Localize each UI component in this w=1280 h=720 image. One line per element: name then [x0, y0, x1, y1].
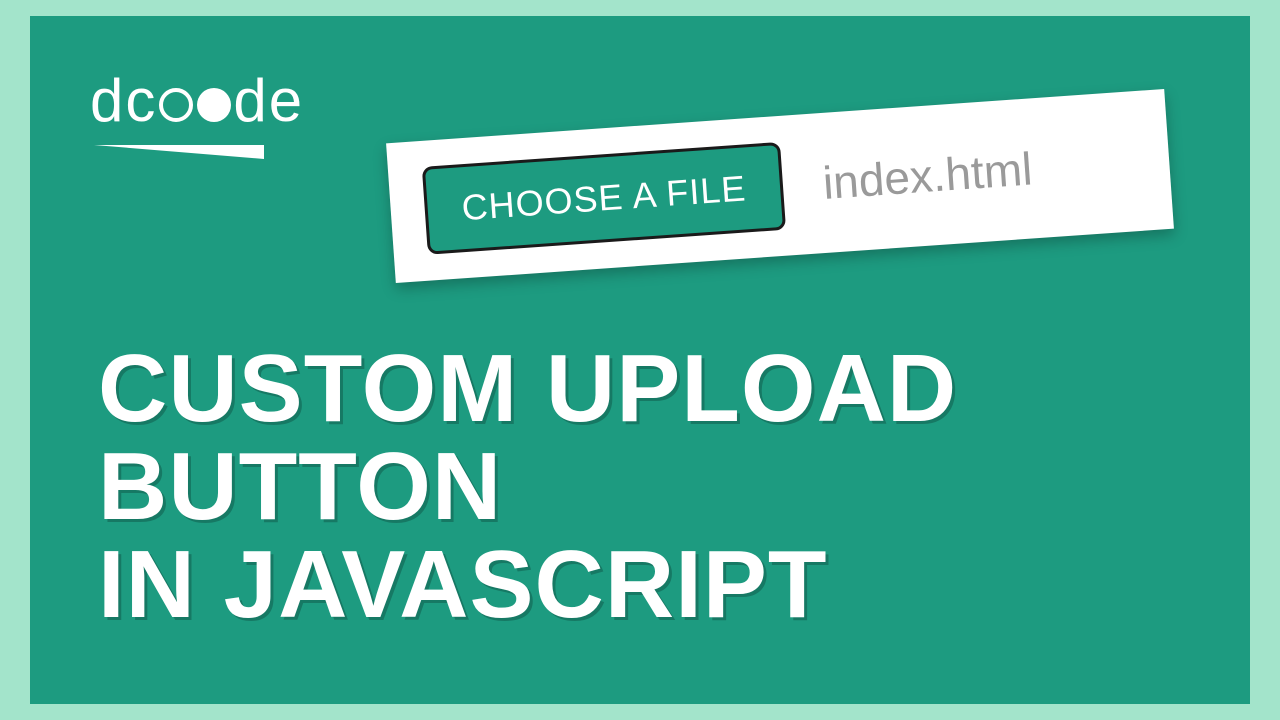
- choose-file-button[interactable]: CHOOSE A FILE: [422, 142, 786, 255]
- logo-dot-icon: [197, 88, 231, 122]
- upload-card: CHOOSE A FILE index.html: [386, 89, 1174, 283]
- inner-panel: dc de CHOOSE A FILE index.html CUSTOM UP…: [30, 16, 1250, 704]
- dcode-logo: dc de: [90, 71, 304, 159]
- logo-underline-icon: [94, 145, 264, 159]
- selected-filename: index.html: [821, 141, 1034, 209]
- outer-frame: dc de CHOOSE A FILE index.html CUSTOM UP…: [0, 0, 1280, 720]
- logo-prefix: dc: [90, 71, 157, 131]
- headline-line-1: CUSTOM UPLOAD BUTTON: [98, 340, 1250, 536]
- logo-ring-icon: [159, 88, 193, 122]
- headline: CUSTOM UPLOAD BUTTON IN JAVASCRIPT: [98, 340, 1250, 634]
- logo-text: dc de: [90, 71, 304, 131]
- headline-line-2: IN JAVASCRIPT: [98, 536, 1250, 634]
- logo-suffix: de: [233, 71, 304, 131]
